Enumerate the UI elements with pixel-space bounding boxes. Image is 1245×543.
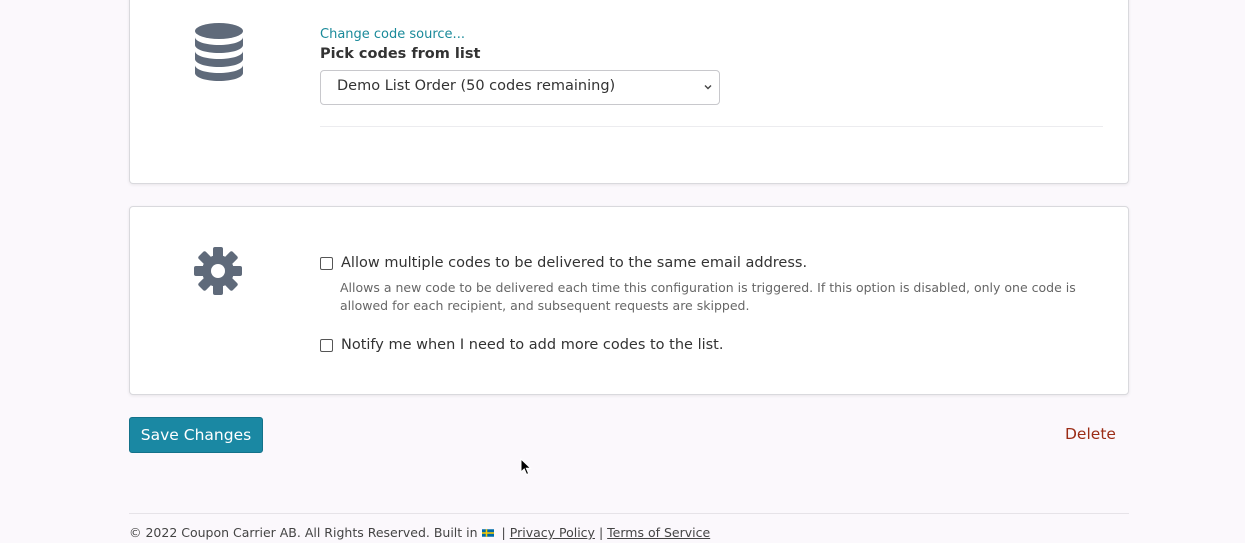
allow-multiple-checkbox[interactable] (320, 256, 333, 270)
notify-label: Notify me when I need to add more codes … (341, 337, 724, 353)
footer-separator: | (598, 525, 604, 540)
footer-separator: | (501, 525, 506, 540)
copyright-text: © 2022 Coupon Carrier AB. All Rights Res… (129, 525, 478, 540)
sweden-flag-icon (481, 528, 494, 537)
database-icon (195, 23, 243, 81)
gear-icon (194, 247, 242, 295)
delete-link[interactable]: Delete (1065, 425, 1116, 443)
pick-codes-label: Pick codes from list (320, 46, 481, 62)
footer-divider (129, 513, 1129, 514)
code-list-select[interactable]: Demo List Order (50 codes remaining) (320, 70, 720, 105)
privacy-policy-link[interactable]: Privacy Policy (510, 525, 595, 540)
save-changes-button[interactable]: Save Changes (129, 417, 263, 453)
terms-of-service-link[interactable]: Terms of Service (607, 525, 710, 540)
notify-option[interactable]: Notify me when I need to add more codes … (320, 337, 723, 353)
allow-multiple-option[interactable]: Allow multiple codes to be delivered to … (320, 255, 807, 271)
change-code-source-link[interactable]: Change code source... (320, 27, 465, 42)
options-card: Allow multiple codes to be delivered to … (129, 206, 1129, 395)
divider (320, 126, 1103, 127)
selected-list-value: Demo List Order (50 codes remaining) (337, 78, 616, 94)
chevron-down-icon (704, 85, 712, 90)
allow-multiple-label: Allow multiple codes to be delivered to … (341, 255, 808, 271)
mouse-cursor-icon (520, 458, 532, 476)
allow-multiple-help: Allows a new code to be delivered each t… (340, 280, 1076, 313)
code-source-card: Change code source... Pick codes from li… (129, 0, 1129, 184)
notify-checkbox[interactable] (320, 338, 333, 352)
footer: © 2022 Coupon Carrier AB. All Rights Res… (129, 525, 710, 540)
